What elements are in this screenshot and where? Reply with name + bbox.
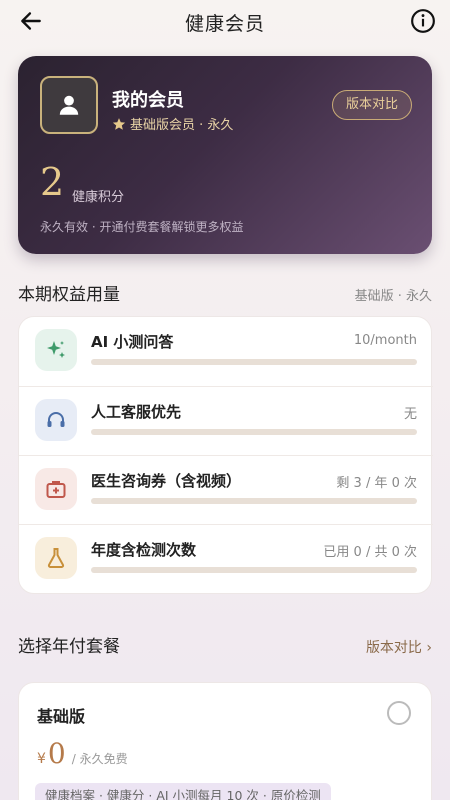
usage-card: AI 小测问答 10/month 人工客服优先 无 医生咨询券（含视频） 剩 3… xyxy=(18,316,433,594)
member-note: 永久有效 · 开通付费套餐解锁更多权益 xyxy=(40,220,244,234)
plan-card-basic[interactable]: 基础版 ¥ 0 / 永久免费 健康档案 · 健康分 · AI 小测每月 10 次… xyxy=(18,682,432,800)
sparkle-icon xyxy=(35,329,77,371)
flask-icon xyxy=(35,537,77,579)
medical-kit-icon xyxy=(35,468,77,510)
usage-item-value: 已用 0 / 共 0 次 xyxy=(323,545,417,560)
headset-icon xyxy=(35,399,77,441)
plan-name: 基础版 xyxy=(37,707,86,726)
member-level-text: 基础版会员 · 永久 xyxy=(130,118,234,133)
price-period: / 永久免费 xyxy=(71,752,128,766)
star-icon xyxy=(112,117,126,130)
usage-item-name: 年度含检测次数 xyxy=(91,541,197,559)
member-title: 我的会员 xyxy=(112,90,184,111)
plan-price: ¥ 0 / 永久免费 xyxy=(37,737,128,770)
usage-progress-bar xyxy=(91,567,417,573)
points-value: 2 xyxy=(40,160,65,204)
compare-versions-link[interactable]: 版本对比 › xyxy=(366,637,432,657)
usage-item-value: 剩 3 / 年 0 次 xyxy=(336,476,417,491)
plans-section-title: 选择年付套餐 xyxy=(18,637,120,657)
member-card: 我的会员 基础版会员 · 永久 版本对比 2 健康积分 永久有效 · 开通付费套… xyxy=(18,56,432,254)
plan-features: 健康档案 · 健康分 · AI 小测每月 10 次 · 原价检测 xyxy=(35,783,331,800)
info-icon[interactable] xyxy=(410,8,436,34)
usage-item[interactable]: 年度含检测次数 已用 0 / 共 0 次 xyxy=(19,524,433,593)
page-title: 健康会员 xyxy=(184,12,265,35)
compare-versions-button[interactable]: 版本对比 xyxy=(331,90,412,120)
usage-item[interactable]: 人工客服优先 无 xyxy=(19,386,433,455)
usage-progress-bar xyxy=(91,359,417,365)
plan-select-radio[interactable] xyxy=(387,701,411,725)
back-arrow-icon[interactable] xyxy=(18,8,44,34)
usage-item-value: 无 xyxy=(403,407,417,422)
member-level: 基础版会员 · 永久 xyxy=(112,114,233,133)
usage-progress-bar xyxy=(91,498,417,504)
usage-item[interactable]: 医生咨询券（含视频） 剩 3 / 年 0 次 xyxy=(19,455,433,524)
usage-item-name: 医生咨询券（含视频） xyxy=(91,472,242,490)
plans-section-header: 选择年付套餐 版本对比 › xyxy=(18,632,432,657)
price-value: 0 xyxy=(47,737,66,770)
usage-item-name: 人工客服优先 xyxy=(91,403,182,421)
top-bar: 健康会员 xyxy=(0,0,450,44)
usage-plan-tag: 基础版 · 永久 xyxy=(354,289,432,304)
usage-section-header: 本期权益用量 基础版 · 永久 xyxy=(18,280,432,305)
usage-section-title: 本期权益用量 xyxy=(18,285,120,305)
user-icon xyxy=(59,95,79,115)
price-currency: ¥ xyxy=(37,751,46,767)
points-label: 健康积分 xyxy=(72,190,125,205)
usage-item[interactable]: AI 小测问答 10/month xyxy=(19,317,433,386)
usage-item-name: AI 小测问答 xyxy=(91,333,174,351)
usage-progress-bar xyxy=(91,429,417,435)
avatar xyxy=(40,76,98,134)
usage-item-value: 10/month xyxy=(353,333,417,348)
